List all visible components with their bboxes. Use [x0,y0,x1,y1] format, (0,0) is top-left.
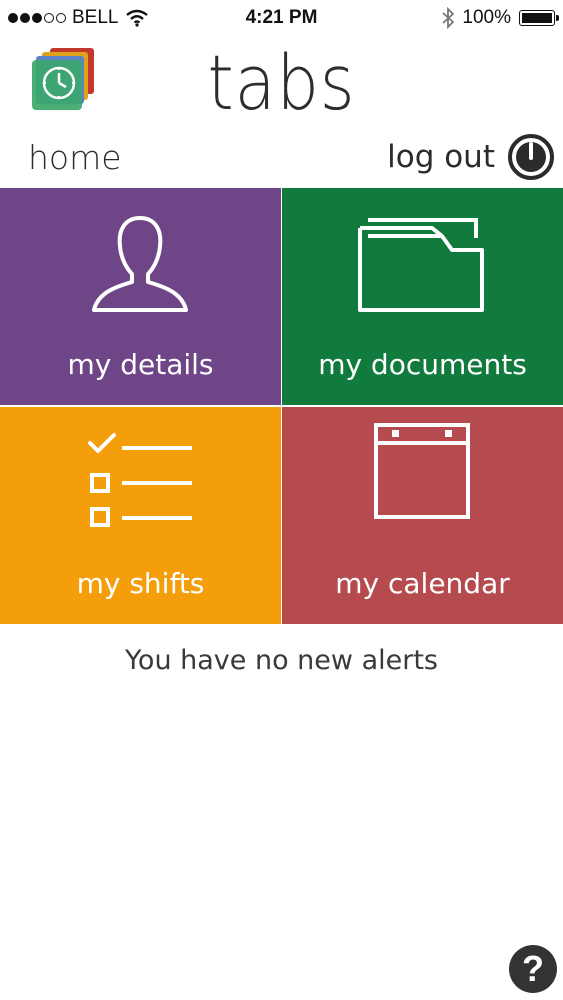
user-icon [92,216,188,312]
tile-label: my documents [318,348,527,381]
status-right: 100% [442,7,559,29]
tile-my-calendar[interactable]: my calendar [282,407,563,624]
help-button[interactable]: ? [509,945,557,993]
home-link[interactable]: home [28,138,122,177]
app-title: tabs [207,38,356,127]
tiles-grid: my details my documents my shifts my cal… [0,188,563,624]
carrier-name: BELL [72,7,119,28]
tile-label: my calendar [335,567,510,600]
tile-label: my details [67,348,214,381]
tile-my-documents[interactable]: my documents [282,188,563,405]
status-left: BELL [8,7,149,29]
tile-my-shifts[interactable]: my shifts [0,407,281,624]
checklist-icon [88,433,192,527]
wifi-icon [126,9,149,27]
battery-icon [519,10,559,26]
signal-dot [32,13,42,23]
nav-row: home log out [0,130,563,186]
signal-dot [20,13,30,23]
signal-dot [56,13,66,23]
alerts-message: You have no new alerts [125,645,438,676]
battery-percent: 100% [462,7,511,28]
calendar-icon [374,423,470,519]
power-icon [508,134,554,180]
tile-label: my shifts [76,567,205,600]
app-screen: BELL 4:21 PM 100% tabs home log out my d… [0,0,563,1000]
logout-label: log out [387,139,495,175]
status-bar: BELL 4:21 PM 100% [0,0,563,36]
signal-dot [8,13,18,23]
logout-button[interactable]: log out [387,133,555,181]
tile-my-details[interactable]: my details [0,188,281,405]
folder-icon [358,218,484,312]
bluetooth-icon [442,7,455,29]
battery-fill [522,13,552,23]
signal-dot [44,13,54,23]
signal-strength-icon [8,13,66,23]
